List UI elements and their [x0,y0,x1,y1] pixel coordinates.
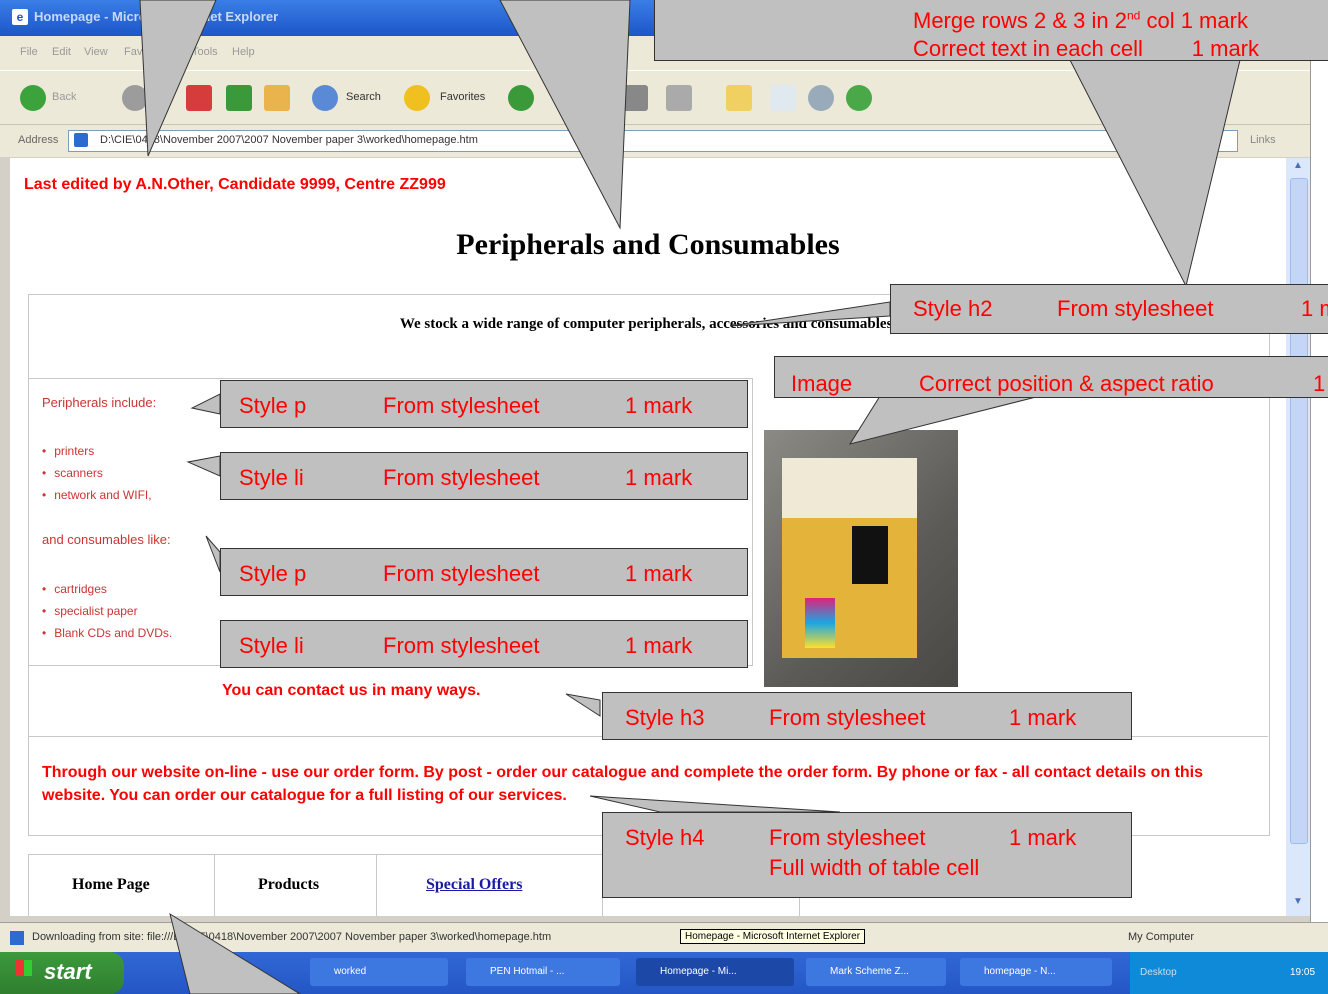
callout-h2: Style h2 From stylesheet 1 m [890,284,1328,334]
callout-h4-mark: 1 mark [1009,825,1077,850]
callout-li1-source: From stylesheet [383,465,540,490]
callout-merge-tail: col 1 mark [1146,8,1248,33]
callout-h4: Style h4 From stylesheet 1 mark Full wid… [602,812,1132,898]
callout-merge-text: Merge rows 2 & 3 in 2 [913,8,1127,33]
callout-li1-label: Style li [239,465,304,490]
callout-image: Image Correct position & aspect ratio 1 [774,356,1328,398]
callout-li2-label: Style li [239,633,304,658]
pointer-h2 [729,301,891,327]
callout-li2-mark: 1 mark [625,633,693,658]
callout-h2-label: Style h2 [913,296,993,321]
callout-merge-line1: Merge rows 2 & 3 in 2nd col 1 mark [913,8,1248,34]
callout-image-label: Image [791,371,853,396]
callout-p2: Style p From stylesheet 1 mark [220,548,748,596]
pointer-image [848,395,1041,445]
callout-li2: Style li From stylesheet 1 mark [220,620,748,668]
callout-h3-label: Style h3 [625,705,705,730]
callout-p1-mark: 1 mark [625,393,693,418]
callout-h4-note: Full width of table cell [769,855,980,880]
callout-h3: Style h3 From stylesheet 1 mark [602,692,1132,740]
callout-li1-mark: 1 mark [625,465,693,490]
callout-merge-line2: Correct text in each cell 1 mark [913,36,1260,61]
pointer-p1 [190,393,221,415]
pointer-li1 [186,455,221,477]
callout-p1-source: From stylesheet [383,393,540,418]
pointer-merge [1069,59,1241,288]
callout-p2-label: Style p [239,561,307,586]
callout-li1: Style li From stylesheet 1 mark [220,452,748,500]
callout-li2-source: From stylesheet [383,633,540,658]
callout-image-mark: 1 [1313,371,1326,396]
callout-p1: Style p From stylesheet 1 mark [220,380,748,428]
callout-p2-source: From stylesheet [383,561,540,586]
callout-h2-source: From stylesheet [1057,296,1214,321]
callout-h3-source: From stylesheet [769,705,926,730]
callout-p2-mark: 1 mark [625,561,693,586]
pointer-heading [499,0,631,230]
callout-merge: Merge rows 2 & 3 in 2nd col 1 mark Corre… [654,0,1328,61]
callout-h3-mark: 1 mark [1009,705,1077,730]
pointer-h3 [565,693,601,717]
pointer-p2 [205,535,221,573]
pointer-title [139,0,217,157]
callout-image-desc: Correct position & aspect ratio [919,371,1214,396]
pointer-h4 [589,795,841,813]
callout-h4-label: Style h4 [625,825,705,850]
callout-h4-source: From stylesheet [769,825,926,850]
callout-merge-sup: nd [1126,8,1141,23]
callout-p1-label: Style p [239,393,307,418]
pointer-nav [169,912,301,994]
callout-h2-mark: 1 m [1301,296,1328,321]
